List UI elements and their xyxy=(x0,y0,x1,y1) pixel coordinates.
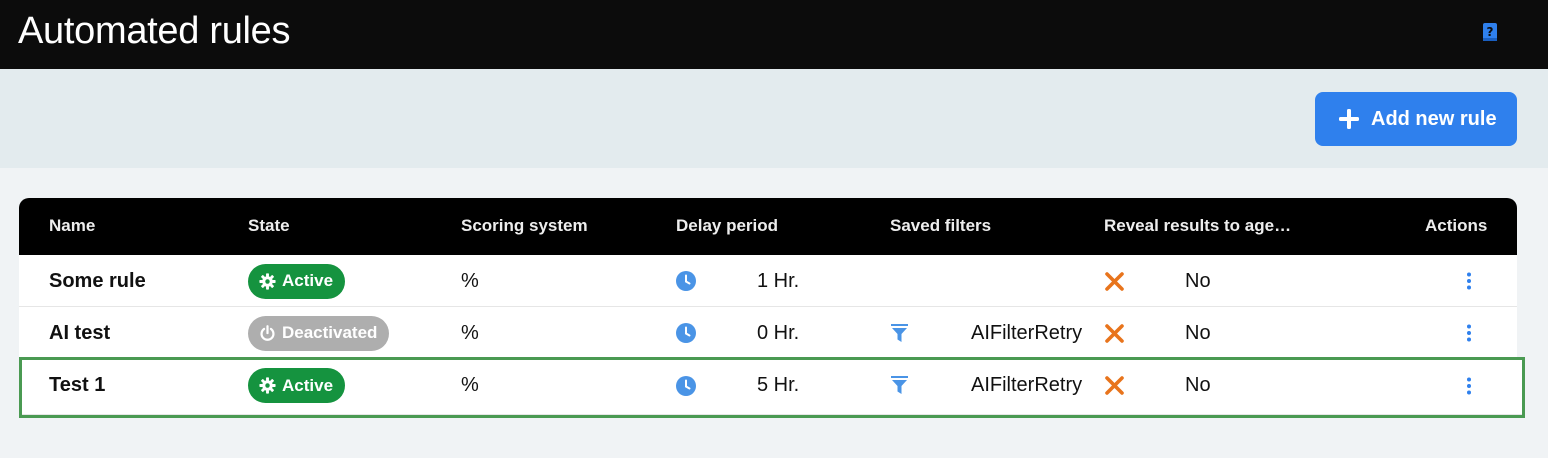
table-row[interactable]: AI test Deactivated % 0 Hr. AIFilterRetr… xyxy=(19,307,1517,359)
gear-icon xyxy=(259,377,276,394)
reveal-results-value: No xyxy=(1185,321,1211,344)
scoring-system-value: % xyxy=(461,269,479,292)
delay-period-value: 1 Hr. xyxy=(757,269,800,292)
plus-icon xyxy=(1339,109,1359,129)
status-badge-deactivated[interactable]: Deactivated xyxy=(248,315,390,351)
close-x-icon xyxy=(1104,307,1125,359)
svg-text:?: ? xyxy=(1487,25,1494,39)
more-vertical-icon[interactable] xyxy=(1466,255,1472,307)
status-label: Deactivated xyxy=(282,323,378,342)
page-header: Automated rules ? xyxy=(0,0,1548,69)
column-header-reveal-results[interactable]: Reveal results to age… xyxy=(1104,216,1291,236)
rule-name[interactable]: Test 1 xyxy=(49,360,105,411)
clock-icon xyxy=(676,360,696,411)
table-row-selected[interactable]: Test 1 Active % 5 Hr. AIFilterRetry No xyxy=(19,357,1525,418)
clock-icon xyxy=(676,255,696,307)
close-x-icon xyxy=(1104,255,1125,307)
gear-icon xyxy=(259,272,276,290)
table-header: Name State Scoring system Delay period S… xyxy=(19,198,1517,255)
add-new-rule-button[interactable]: Add new rule xyxy=(1315,92,1517,146)
power-icon xyxy=(260,324,275,341)
reveal-results-value: No xyxy=(1185,374,1211,396)
more-vertical-icon[interactable] xyxy=(1466,307,1472,359)
column-header-name[interactable]: Name xyxy=(49,216,95,236)
filter-icon xyxy=(890,360,909,411)
close-x-icon xyxy=(1104,360,1125,411)
column-header-delay-period[interactable]: Delay period xyxy=(676,216,778,236)
page-title: Automated rules xyxy=(18,10,291,52)
status-badge-active[interactable]: Active xyxy=(248,263,346,299)
filter-icon xyxy=(890,307,909,359)
rule-name[interactable]: Some rule xyxy=(49,255,146,307)
status-label: Active xyxy=(282,375,334,395)
reveal-results-value: No xyxy=(1185,269,1211,292)
clock-icon xyxy=(676,307,696,359)
scoring-system-value: % xyxy=(461,321,479,344)
status-badge-active[interactable]: Active xyxy=(248,368,346,403)
add-new-rule-label: Add new rule xyxy=(1371,107,1497,130)
rules-table: Name State Scoring system Delay period S… xyxy=(19,198,1525,418)
column-header-scoring-system[interactable]: Scoring system xyxy=(461,216,588,236)
saved-filter-link[interactable]: AIFilterRetry xyxy=(971,307,1082,359)
help-book-icon[interactable]: ? xyxy=(1480,22,1500,44)
table-row[interactable]: Some rule Active % 1 Hr. No xyxy=(19,255,1517,307)
state-cell: Active xyxy=(248,360,346,411)
state-cell: Deactivated xyxy=(248,307,390,359)
state-cell: Active xyxy=(248,255,346,307)
column-header-state[interactable]: State xyxy=(248,216,290,236)
column-header-actions: Actions xyxy=(1425,216,1488,235)
more-vertical-icon[interactable] xyxy=(1466,360,1472,411)
status-label: Active xyxy=(282,271,334,290)
saved-filter-link[interactable]: AIFilterRetry xyxy=(971,360,1082,411)
delay-period-value: 5 Hr. xyxy=(757,374,800,396)
scoring-system-value: % xyxy=(461,374,479,396)
delay-period-value: 0 Hr. xyxy=(757,321,800,344)
rule-name[interactable]: AI test xyxy=(49,307,110,359)
column-header-saved-filters[interactable]: Saved filters xyxy=(890,216,991,236)
